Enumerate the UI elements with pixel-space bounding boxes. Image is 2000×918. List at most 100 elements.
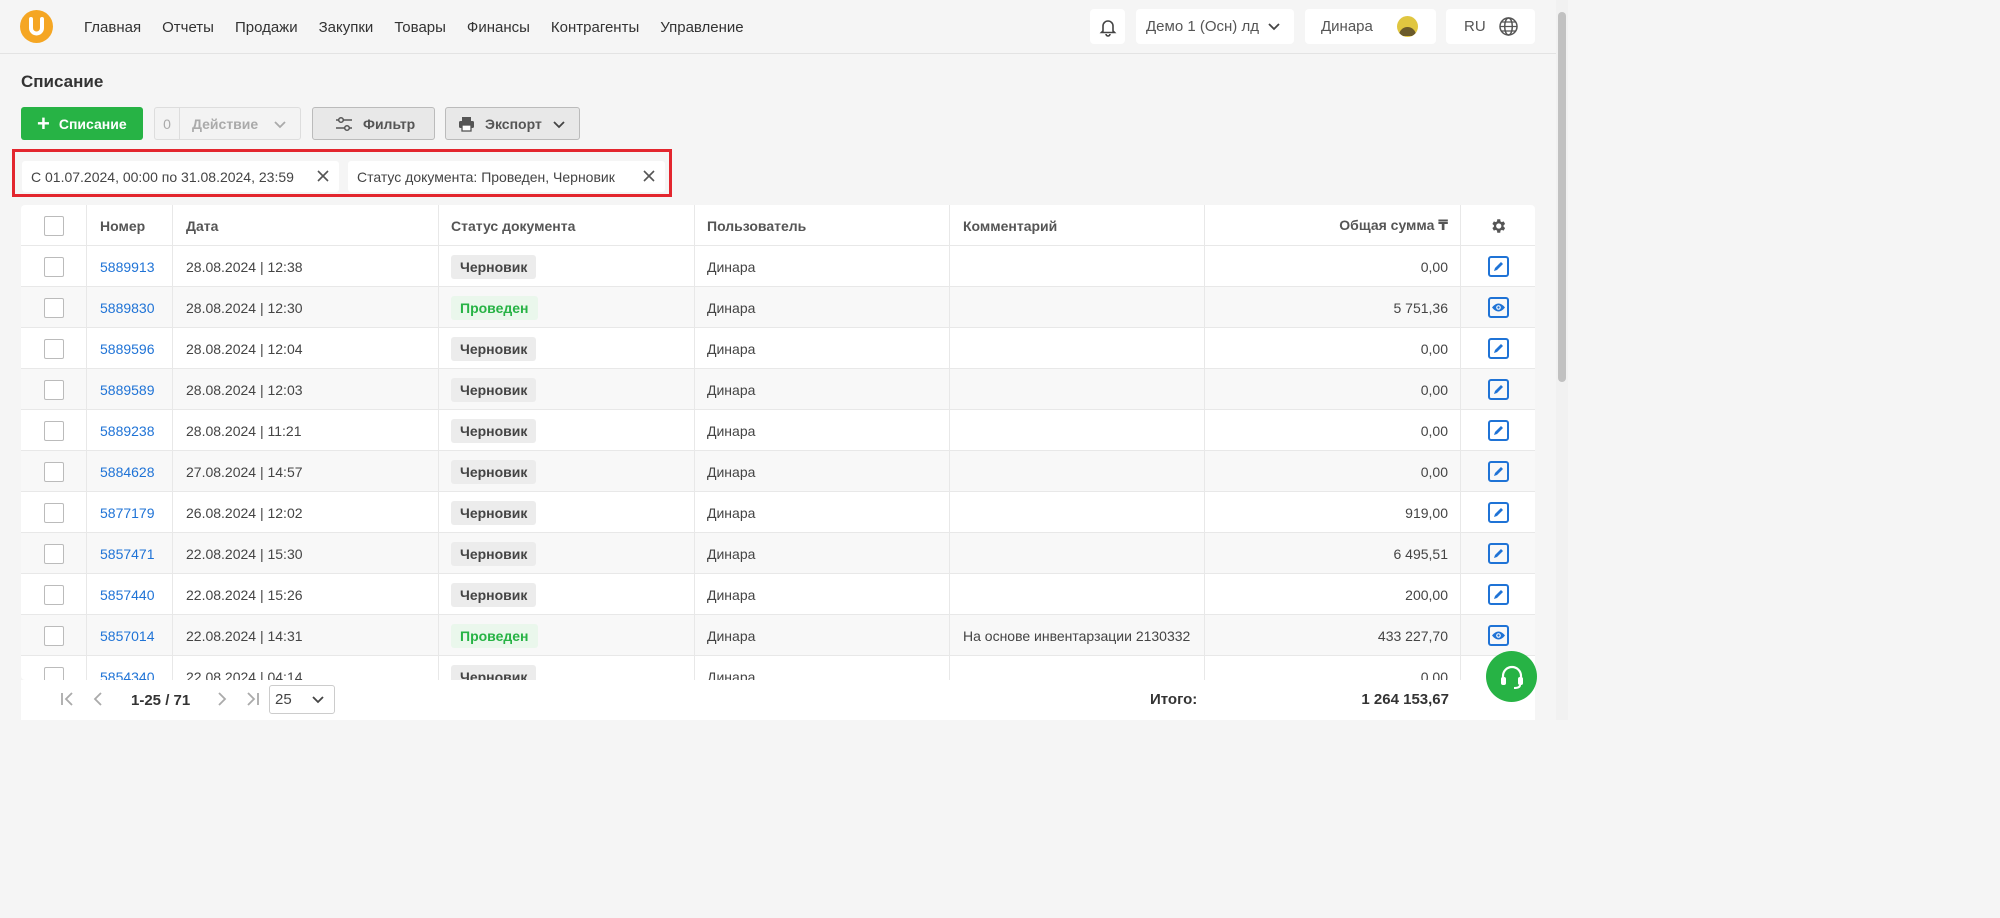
status-cell: Черновик [439,492,695,533]
nav-item-home[interactable]: Главная [84,19,141,36]
document-number-link[interactable]: 5854340 [100,669,155,681]
nav-item-products[interactable]: Товары [394,19,446,36]
column-header-date[interactable]: Дата [173,205,439,246]
header-select-cell [21,205,87,246]
prev-page-icon[interactable] [91,690,105,708]
row-checkbox[interactable] [43,297,64,318]
table-footer: 1-25 / 71 25 Итого: 1 264 153,67 [21,680,1535,720]
view-button[interactable] [1487,297,1509,318]
document-number-link[interactable]: 5857014 [100,628,155,644]
user-cell: Динара [695,246,950,287]
total-cell: 0,00 [1205,451,1461,492]
row-checkbox[interactable] [43,584,64,605]
row-checkbox[interactable] [43,379,64,400]
status-cell: Черновик [439,410,695,451]
document-number-link[interactable]: 5884628 [100,464,155,480]
last-page-icon[interactable] [245,690,261,708]
row-checkbox[interactable] [43,338,64,359]
document-number-link[interactable]: 5889238 [100,423,155,439]
row-checkbox[interactable] [43,420,64,441]
nav-item-management[interactable]: Управление [660,19,743,36]
logo-icon[interactable] [20,10,53,43]
column-header-total[interactable]: Общая сумма ₸ [1205,205,1461,246]
nav-item-counterparties[interactable]: Контрагенты [551,19,639,36]
action-dropdown[interactable]: 0 Действие [154,107,301,140]
total-cell: 0,00 [1205,410,1461,451]
notifications-button[interactable] [1090,9,1125,44]
table-row[interactable]: 5889830 28.08.2024 | 12:30 Проведен Динара 5… [21,287,1535,328]
row-checkbox[interactable] [43,543,64,564]
edit-button[interactable] [1487,379,1509,400]
add-write-off-button[interactable]: + Списание [21,107,143,140]
date-cell: 26.08.2024 | 12:02 [173,492,439,533]
edit-button[interactable] [1487,461,1509,482]
table-row[interactable]: 5857471 22.08.2024 | 15:30 Черновик Динара 6… [21,533,1535,574]
page-scrollbar[interactable] [1556,0,1568,720]
row-checkbox[interactable] [43,666,64,680]
next-page-icon[interactable] [215,690,229,708]
scrollbar-thumb[interactable] [1558,12,1566,382]
row-select-cell [21,656,87,680]
organization-selector[interactable]: Демо 1 (Осн) лд [1136,9,1294,44]
column-header-user[interactable]: Пользователь [695,205,950,246]
edit-button[interactable] [1487,584,1509,605]
nav-item-reports[interactable]: Отчеты [162,19,214,36]
comment-cell [950,656,1205,680]
document-number-link[interactable]: 5889830 [100,300,155,316]
total-cell: 0,00 [1205,656,1461,680]
date-cell: 28.08.2024 | 12:30 [173,287,439,328]
filter-button[interactable]: Фильтр [312,107,435,140]
table-row[interactable]: 5889238 28.08.2024 | 11:21 Черновик Динара 0… [21,410,1535,451]
table-row[interactable]: 5884628 27.08.2024 | 14:57 Черновик Динара 0… [21,451,1535,492]
row-checkbox[interactable] [43,461,64,482]
document-number-link[interactable]: 5877179 [100,505,155,521]
table-row[interactable]: 5877179 26.08.2024 | 12:02 Черновик Динара 9… [21,492,1535,533]
close-icon[interactable] [641,168,657,184]
edit-button[interactable] [1487,338,1509,359]
nav-item-sales[interactable]: Продажи [235,19,298,36]
export-dropdown[interactable]: Экспорт [445,107,580,140]
user-menu[interactable]: Динара [1305,9,1436,44]
column-settings-cell [1461,205,1535,246]
document-number-link[interactable]: 5889913 [100,259,155,275]
document-number-link[interactable]: 5857471 [100,546,155,562]
edit-button[interactable] [1487,420,1509,441]
document-number-link[interactable]: 5889596 [100,341,155,357]
close-icon[interactable] [315,168,331,184]
table-row[interactable]: 5857014 22.08.2024 | 14:31 Проведен Динара Н… [21,615,1535,656]
edit-button[interactable] [1487,502,1509,523]
page-size-select[interactable]: 25 [269,685,335,714]
select-all-checkbox[interactable] [43,215,64,236]
table-row[interactable]: 5889596 28.08.2024 | 12:04 Черновик Динара 0… [21,328,1535,369]
edit-button[interactable] [1487,256,1509,277]
date-cell: 27.08.2024 | 14:57 [173,451,439,492]
column-header-comment[interactable]: Комментарий [950,205,1205,246]
language-selector[interactable]: RU [1446,9,1535,44]
row-checkbox[interactable] [43,502,64,523]
number-cell: 5889589 [87,369,173,410]
table-row[interactable]: 5889913 28.08.2024 | 12:38 Черновик Динара 0… [21,246,1535,287]
nav-item-purchases[interactable]: Закупки [319,19,374,36]
first-page-icon[interactable] [59,690,75,708]
column-header-status[interactable]: Статус документа [439,205,695,246]
total-cell: 0,00 [1205,369,1461,410]
support-chat-button[interactable] [1486,651,1537,702]
table-row[interactable]: 5857440 22.08.2024 | 15:26 Черновик Динара 2… [21,574,1535,615]
total-cell: 6 495,51 [1205,533,1461,574]
document-number-link[interactable]: 5857440 [100,587,155,603]
edit-pencil-icon [1492,383,1505,396]
view-button[interactable] [1487,625,1509,646]
edit-button[interactable] [1487,543,1509,564]
column-header-number[interactable]: Номер [87,205,173,246]
row-checkbox[interactable] [43,625,64,646]
comment-cell [950,287,1205,328]
table-row[interactable]: 5889589 28.08.2024 | 12:03 Черновик Динара 0… [21,369,1535,410]
row-checkbox[interactable] [43,256,64,277]
chevron-down-icon [553,121,565,129]
document-number-link[interactable]: 5889589 [100,382,155,398]
gear-icon[interactable] [1489,217,1507,235]
table-row[interactable]: 5854340 22.08.2024 | 04:14 Черновик Динара 0… [21,656,1535,680]
row-select-cell [21,287,87,328]
nav-item-finance[interactable]: Финансы [467,19,530,36]
globe-icon [1499,17,1518,36]
